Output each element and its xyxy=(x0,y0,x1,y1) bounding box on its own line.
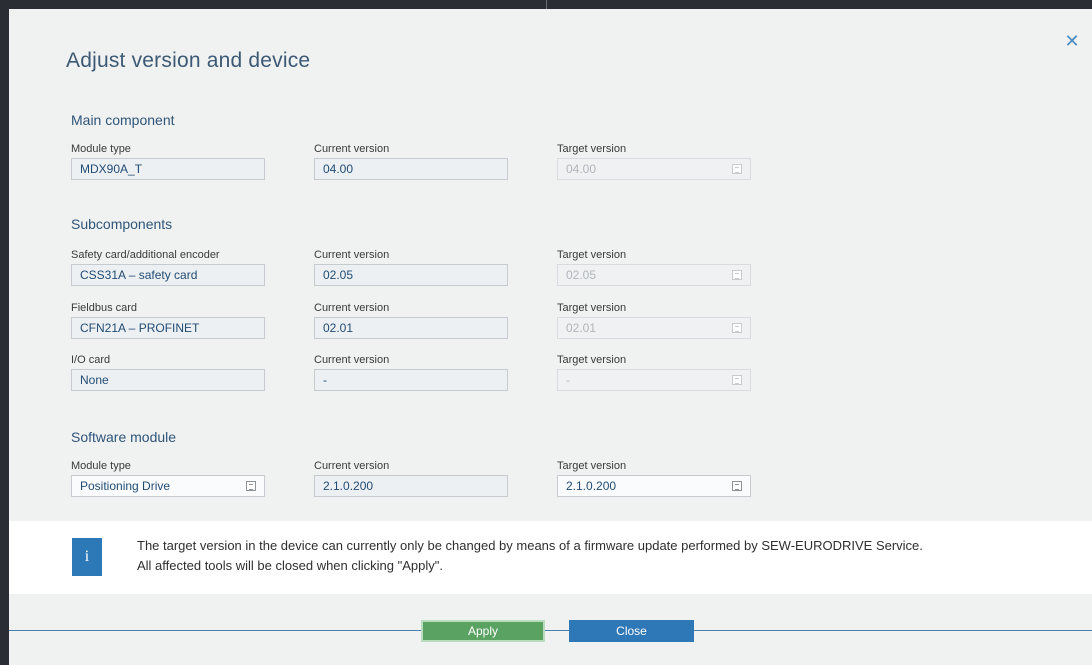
target-version-value: 04.00 xyxy=(566,162,597,176)
sw-module-type-label: Module type xyxy=(71,460,131,472)
list-icon xyxy=(732,270,742,280)
apply-button[interactable]: Apply xyxy=(421,620,545,642)
adjust-version-dialog: ✕ Adjust version and device Main compone… xyxy=(9,9,1092,665)
safety-current-version-field[interactable]: 02.05 xyxy=(314,264,508,286)
list-icon xyxy=(732,323,742,333)
fieldbus-target-version-select[interactable]: 02.01 xyxy=(557,317,751,339)
sw-target-version-select[interactable]: 2.1.0.200 xyxy=(557,475,751,497)
module-type-label: Module type xyxy=(71,143,131,155)
fieldbus-current-version-value: 02.01 xyxy=(323,321,354,335)
module-type-value: MDX90A_T xyxy=(80,162,143,176)
safety-card-field[interactable]: CSS31A – safety card xyxy=(71,264,265,286)
current-version-label: Current version xyxy=(314,143,390,155)
info-line-1: The target version in the device can cur… xyxy=(137,538,923,553)
io-target-version-label: Target version xyxy=(557,354,627,366)
safety-current-version-label: Current version xyxy=(314,249,390,261)
io-target-version-value: - xyxy=(566,373,570,387)
sw-module-type-select[interactable]: Positioning Drive xyxy=(71,475,265,497)
info-message: The target version in the device can cur… xyxy=(137,536,1067,576)
io-card-field[interactable]: None xyxy=(71,369,265,391)
io-card-label: I/O card xyxy=(71,354,111,366)
fieldbus-target-version-value: 02.01 xyxy=(566,321,597,335)
info-line-2: All affected tools will be closed when c… xyxy=(137,558,443,573)
fieldbus-card-field[interactable]: CFN21A – PROFINET xyxy=(71,317,265,339)
target-version-label: Target version xyxy=(557,143,627,155)
target-version-select[interactable]: 04.00 xyxy=(557,158,751,180)
fieldbus-target-version-label: Target version xyxy=(557,302,627,314)
background-divider xyxy=(546,0,547,9)
fieldbus-current-version-field[interactable]: 02.01 xyxy=(314,317,508,339)
info-icon: i xyxy=(72,538,102,576)
dialog-title: Adjust version and device xyxy=(66,49,311,72)
safety-current-version-value: 02.05 xyxy=(323,268,354,282)
fieldbus-card-label: Fieldbus card xyxy=(71,302,138,314)
sw-current-version-value: 2.1.0.200 xyxy=(323,479,374,493)
current-version-value: 04.00 xyxy=(323,162,354,176)
list-icon xyxy=(732,375,742,385)
fieldbus-current-version-label: Current version xyxy=(314,302,390,314)
footer-divider xyxy=(9,630,1092,631)
sw-target-version-value: 2.1.0.200 xyxy=(566,479,617,493)
subcomponents-heading: Subcomponents xyxy=(71,216,173,232)
close-icon[interactable]: ✕ xyxy=(1064,32,1080,50)
io-current-version-label: Current version xyxy=(314,354,390,366)
current-version-field[interactable]: 04.00 xyxy=(314,158,508,180)
safety-target-version-label: Target version xyxy=(557,249,627,261)
main-component-heading: Main component xyxy=(71,112,175,128)
safety-target-version-select[interactable]: 02.05 xyxy=(557,264,751,286)
sw-target-version-label: Target version xyxy=(557,460,627,472)
sw-current-version-label: Current version xyxy=(314,460,390,472)
software-module-heading: Software module xyxy=(71,429,177,445)
safety-target-version-value: 02.05 xyxy=(566,268,597,282)
io-current-version-value: - xyxy=(323,373,327,387)
info-banner: i The target version in the device can c… xyxy=(9,521,1092,594)
io-card-value: None xyxy=(80,373,109,387)
module-type-field[interactable]: MDX90A_T xyxy=(71,158,265,180)
safety-card-value: CSS31A – safety card xyxy=(80,268,198,282)
sw-module-type-value: Positioning Drive xyxy=(80,479,171,493)
list-icon xyxy=(732,481,742,491)
fieldbus-card-value: CFN21A – PROFINET xyxy=(80,321,200,335)
list-icon xyxy=(246,481,256,491)
io-target-version-select[interactable]: - xyxy=(557,369,751,391)
safety-card-label: Safety card/additional encoder xyxy=(71,249,220,261)
close-button[interactable]: Close xyxy=(569,620,694,642)
list-icon xyxy=(732,164,742,174)
io-current-version-field[interactable]: - xyxy=(314,369,508,391)
sw-current-version-field[interactable]: 2.1.0.200 xyxy=(314,475,508,497)
